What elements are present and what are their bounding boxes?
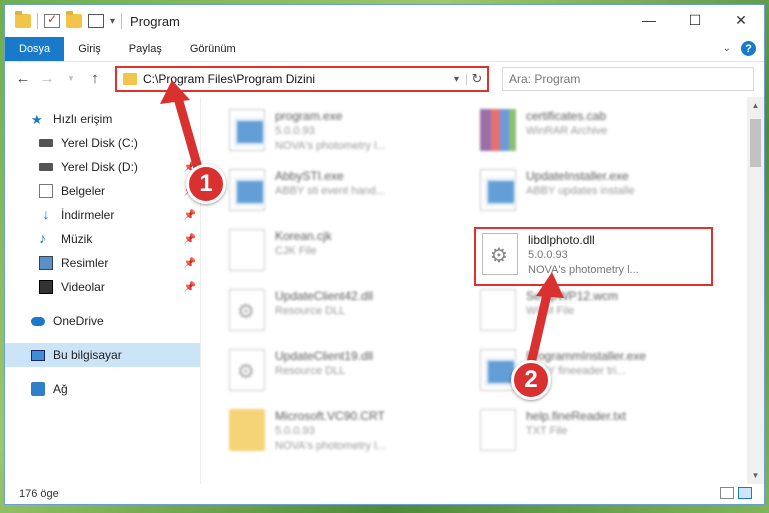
callout-arrow-2 (525, 272, 564, 373)
callout-badge-1: 1 (186, 164, 226, 204)
callout-arrow-1 (160, 80, 205, 180)
callout-arrows (160, 80, 564, 373)
callout-badge-2: 2 (511, 360, 551, 400)
